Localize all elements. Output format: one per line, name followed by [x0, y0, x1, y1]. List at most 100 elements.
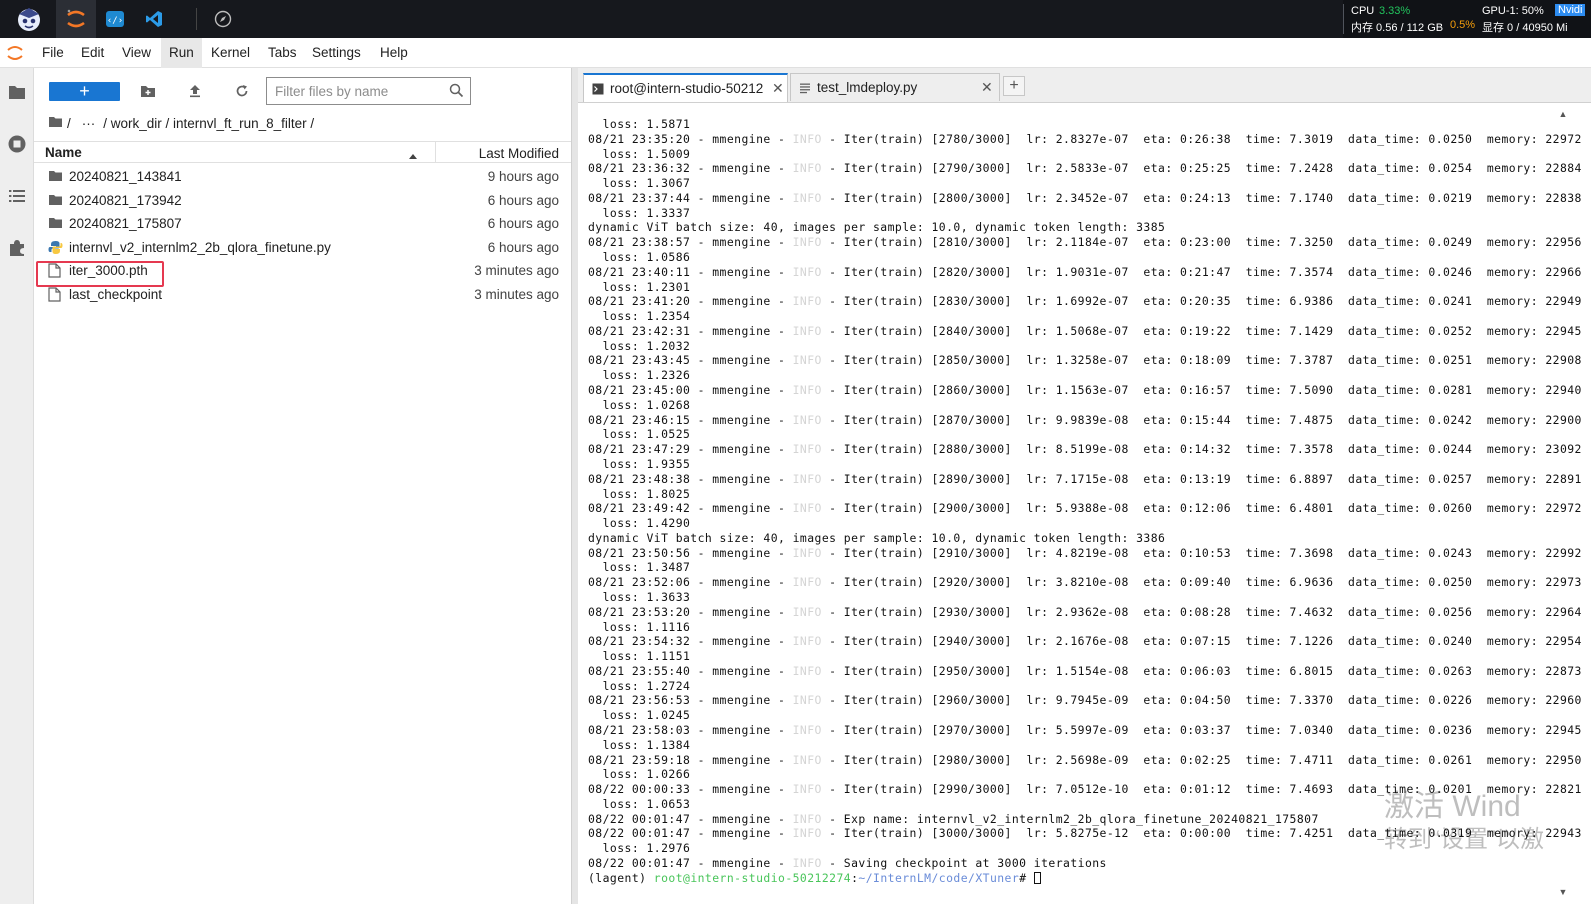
file-modified: 9 hours ago — [487, 169, 559, 184]
terminal-line: dynamic ViT batch size: 40, images per s… — [588, 531, 1165, 546]
terminal-text: 08/21 23:36:32 - mmengine - — [588, 161, 793, 176]
new-launcher-button[interactable]: + — [49, 82, 120, 101]
terminal-text: - Iter(train) [2900/3000] lr: 5.9388e-08… — [821, 501, 1582, 516]
file-row[interactable]: internvl_v2_internlm2_2b_qlora_finetune.… — [34, 236, 571, 260]
terminal-text: loss: 1.0586 — [588, 250, 691, 265]
file-name: internvl_v2_internlm2_2b_qlora_finetune.… — [69, 239, 331, 255]
breadcrumb-root[interactable]: / — [67, 116, 71, 131]
text-file-icon — [799, 82, 811, 97]
toolbar-divider — [196, 8, 197, 30]
terminal-text: dynamic ViT batch size: 40, images per s… — [588, 530, 1166, 545]
vscode-icon[interactable] — [140, 0, 168, 38]
menu-file[interactable]: File — [34, 38, 72, 68]
running-kernels-tab[interactable] — [0, 128, 34, 162]
terminal-line: 08/21 23:42:31 - mmengine - INFO - Iter(… — [588, 324, 1582, 339]
file-modified: 6 hours ago — [487, 192, 559, 208]
compass-icon[interactable] — [210, 0, 236, 38]
scroll-down-icon[interactable]: ▼ — [1557, 887, 1569, 899]
intern-logo-icon[interactable] — [8, 0, 50, 38]
terminal-line: 08/21 23:53:20 - mmengine - INFO - Iter(… — [588, 605, 1582, 620]
terminal-text: loss: 1.0266 — [588, 767, 691, 782]
terminal-text: - Iter(train) [2860/3000] lr: 1.1563e-07… — [821, 383, 1582, 398]
file-row[interactable]: 20240821_173942 6 hours ago — [34, 189, 571, 213]
scroll-up-icon[interactable]: ▲ — [1557, 109, 1569, 121]
column-divider[interactable] — [435, 142, 436, 162]
menu-bar: File Edit View Run Kernel Tabs Settings … — [0, 38, 1591, 68]
terminal-text: loss: 1.8025 — [588, 486, 691, 501]
terminal-line: 08/21 23:48:38 - mmengine - INFO - Iter(… — [588, 472, 1582, 487]
terminal-text: loss: 1.0245 — [588, 708, 691, 723]
menu-kernel[interactable]: Kernel — [203, 38, 258, 68]
table-of-contents-tab[interactable] — [0, 180, 34, 214]
terminal-output[interactable]: ▲ ▼ 激活 Wind 转到“设置”以激 loss: 1.5871 08/21 2… — [578, 102, 1591, 904]
sort-ascending-icon[interactable] — [408, 148, 418, 163]
folder-icon — [48, 193, 64, 209]
upload-button[interactable] — [184, 82, 206, 102]
terminal-line: 08/21 23:54:32 - mmengine - INFO - Iter(… — [588, 634, 1582, 649]
terminal-text: 08/22 00:01:47 - mmengine - — [588, 826, 793, 841]
jupyter-app-icon[interactable] — [56, 0, 96, 38]
log-level: INFO — [792, 383, 822, 398]
terminal-line: 08/21 23:47:29 - mmengine - INFO - Iter(… — [588, 442, 1582, 457]
menu-run[interactable]: Run — [161, 38, 202, 68]
close-tab-icon[interactable]: ✕ — [981, 79, 993, 96]
file-browser-tab[interactable] — [0, 76, 34, 110]
terminal-line: loss: 1.5871 — [588, 117, 690, 132]
terminal-line: 08/21 23:36:32 - mmengine - INFO - Iter(… — [588, 161, 1582, 176]
terminal-text: dynamic ViT batch size: 40, images per s… — [588, 220, 1166, 235]
breadcrumb-home-icon[interactable] — [48, 116, 63, 131]
file-row[interactable]: last_checkpoint 3 minutes ago — [34, 283, 571, 307]
menu-view[interactable]: View — [114, 38, 159, 68]
refresh-button[interactable] — [231, 82, 253, 102]
terminal-line: loss: 1.0525 — [588, 427, 690, 442]
menu-edit[interactable]: Edit — [73, 38, 112, 68]
terminal-line: dynamic ViT batch size: 40, images per s… — [588, 220, 1165, 235]
file-name: last_checkpoint — [69, 287, 163, 302]
terminal-line: 08/21 23:46:15 - mmengine - INFO - Iter(… — [588, 413, 1582, 428]
tab-test-lmdeploy[interactable]: test_lmdeploy.py ✕ — [790, 73, 1000, 101]
terminal-line: loss: 1.1384 — [588, 738, 690, 753]
menu-help[interactable]: Help — [372, 38, 416, 68]
log-level: INFO — [792, 811, 822, 826]
terminal-text: 08/22 00:01:47 - mmengine - — [588, 811, 793, 826]
terminal-text: loss: 1.2724 — [588, 678, 691, 693]
file-modified: 3 minutes ago — [474, 287, 559, 302]
terminal-text: loss: 1.3067 — [588, 176, 691, 191]
code-server-icon[interactable]: ‹/› — [102, 0, 128, 38]
file-filter-input[interactable] — [267, 78, 442, 104]
new-folder-button[interactable] — [137, 82, 159, 102]
log-level: INFO — [792, 722, 822, 737]
puzzle-icon — [8, 239, 26, 260]
log-level: INFO — [792, 471, 822, 486]
terminal-text: - Iter(train) [2850/3000] lr: 1.3258e-07… — [821, 353, 1582, 368]
terminal-text: - Iter(train) [2910/3000] lr: 4.8219e-08… — [821, 545, 1582, 560]
file-row[interactable]: 20240821_143841 9 hours ago — [34, 165, 571, 189]
terminal-text: 08/21 23:49:42 - mmengine - — [588, 501, 793, 516]
log-level: INFO — [792, 442, 822, 457]
terminal-prompt[interactable]: (lagent) root@intern-studio-50212274:~/I… — [588, 871, 1041, 886]
cpu-value: 3.33% — [1379, 5, 1411, 17]
terminal-line: 08/21 23:45:00 - mmengine - INFO - Iter(… — [588, 383, 1582, 398]
tab-label: test_lmdeploy.py — [817, 80, 918, 95]
file-row[interactable]: 20240821_175807 6 hours ago — [34, 212, 571, 236]
breadcrumb-ellipsis[interactable]: ··· — [82, 116, 96, 131]
terminal-text: loss: 1.0268 — [588, 397, 691, 412]
breadcrumb-path[interactable]: / work_dir / internvl_ft_run_8_filter / — [103, 116, 314, 131]
tab-terminal[interactable]: root@intern-studio-50212 ✕ — [583, 73, 788, 103]
terminal-text: 08/22 00:00:33 - mmengine - — [588, 782, 793, 797]
terminal-line: loss: 1.3633 — [588, 590, 690, 605]
menu-tabs[interactable]: Tabs — [260, 38, 305, 68]
file-row[interactable]: iter_3000.pth 3 minutes ago — [34, 259, 571, 283]
vram-label: 显存 0 / 40950 Mi — [1482, 22, 1568, 34]
column-name-header[interactable]: Name — [45, 145, 82, 160]
terminal-text: - Iter(train) [2890/3000] lr: 7.1715e-08… — [821, 471, 1582, 486]
menu-settings[interactable]: Settings — [304, 38, 369, 68]
add-tab-button[interactable]: + — [1003, 76, 1025, 96]
terminal-line: loss: 1.0268 — [588, 398, 690, 413]
close-tab-icon[interactable]: ✕ — [772, 80, 784, 97]
panel-splitter[interactable] — [571, 68, 578, 904]
extensions-tab[interactable] — [0, 232, 34, 266]
terminal-text: loss: 1.0653 — [588, 796, 691, 811]
log-level: INFO — [792, 235, 822, 250]
column-modified-header[interactable]: Last Modified — [479, 146, 559, 161]
